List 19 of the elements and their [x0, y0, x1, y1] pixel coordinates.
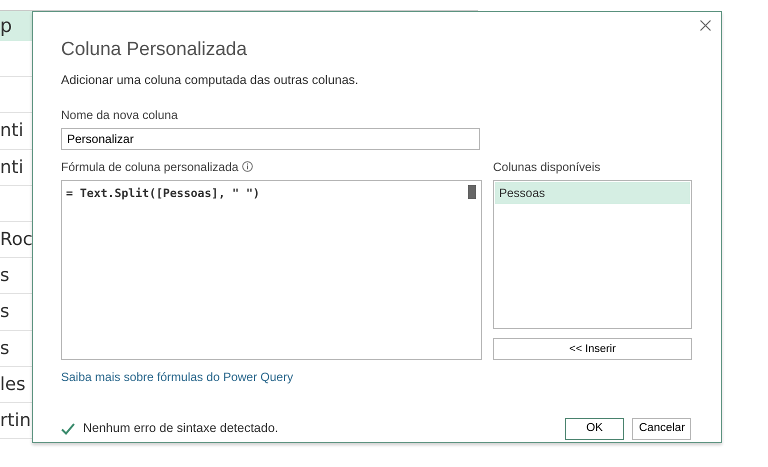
close-icon	[700, 20, 711, 31]
status-message: Nenhum erro de sintaxe detectado.	[83, 420, 278, 438]
dialog-title: Coluna Personalizada	[61, 38, 248, 61]
dialog-description: Adicionar uma coluna computada das outras colunas.	[61, 72, 360, 89]
formula-editor[interactable]: = Text.Split([Pessoas], " ")	[61, 180, 482, 360]
insert-button[interactable]: << Inserir	[493, 338, 692, 360]
field-label: Nome da nova coluna	[61, 106, 179, 124]
cancel-button[interactable]: Cancelar	[632, 418, 691, 440]
scrollbar-thumb[interactable]	[468, 184, 476, 199]
check-icon	[61, 422, 75, 435]
close-button[interactable]	[698, 18, 713, 33]
code-text: = Text.Split([Pessoas], " ")	[66, 186, 260, 200]
ok-button[interactable]: OK	[565, 418, 624, 440]
list-item[interactable]: Pessoas	[495, 182, 690, 204]
field-label: Fórmula de coluna personalizada	[61, 158, 238, 176]
help-link[interactable]: Saiba mais sobre fórmulas do Power Query	[61, 370, 294, 384]
info-icon	[242, 161, 254, 172]
field-label: Colunas disponíveis	[493, 158, 602, 176]
name-input-field[interactable]: Personalizar	[61, 128, 480, 150]
